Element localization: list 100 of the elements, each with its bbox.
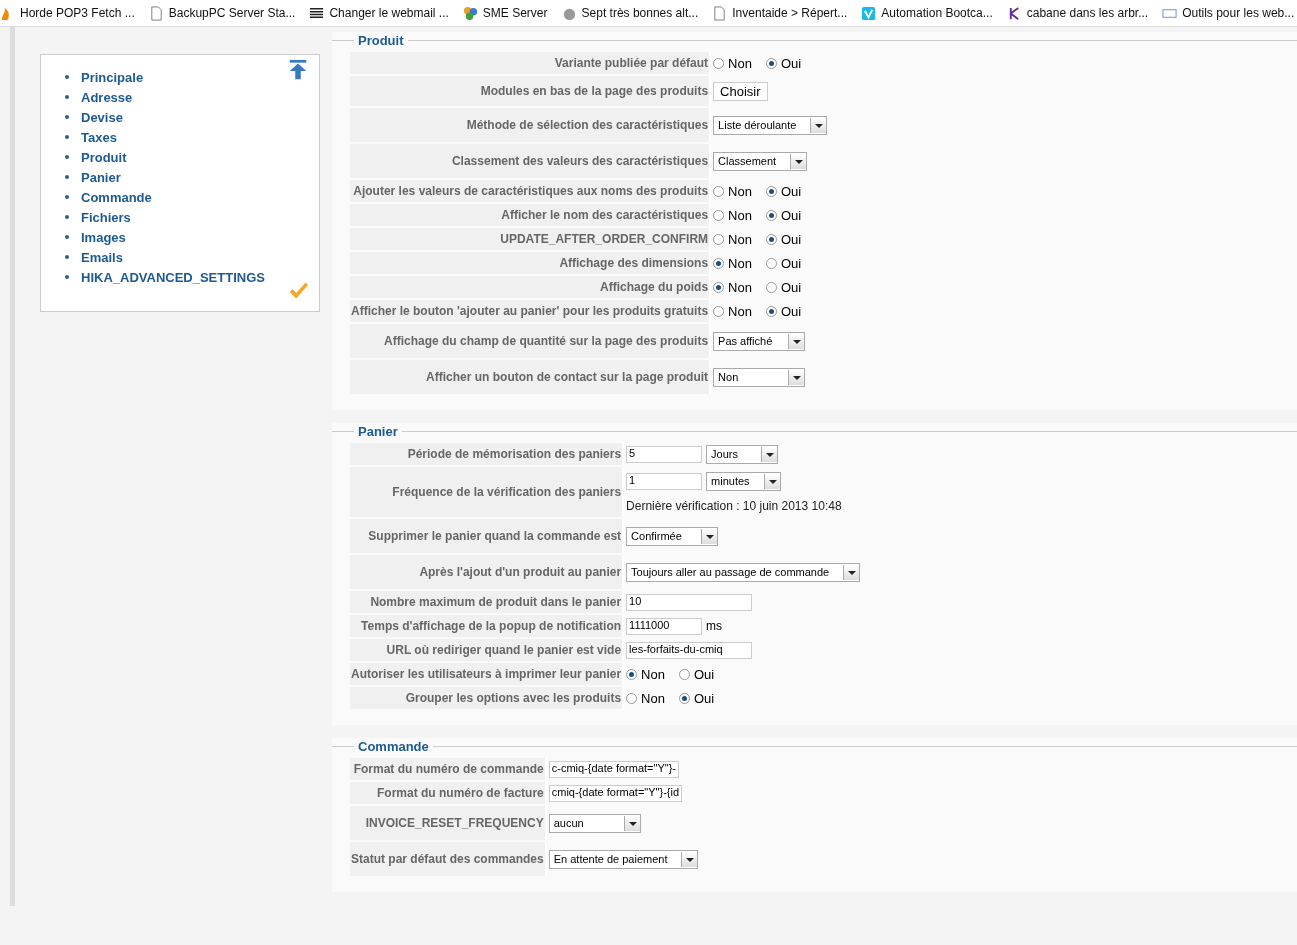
caret-icon [761, 446, 778, 462]
radio-button[interactable] [765, 305, 777, 317]
dropdown[interactable]: aucun [548, 813, 641, 833]
sidebar-link[interactable]: Images [81, 229, 126, 245]
sidebar-link[interactable]: Taxes [81, 129, 117, 145]
radio-label: Non [728, 279, 752, 295]
field-label: URL où rediriger quand le panier est vide [350, 639, 625, 661]
sidebar-link[interactable]: Emails [81, 249, 123, 265]
field-label: Format du numéro de facture [350, 782, 547, 804]
field-label: Temps d'affichage de la popup de notification [350, 615, 625, 637]
radio-button[interactable] [765, 281, 777, 293]
radio-label: Oui [780, 231, 802, 247]
section-title: Panier [357, 424, 399, 439]
input-field[interactable]: 1 [626, 472, 703, 490]
sidebar-link[interactable]: Panier [81, 169, 121, 185]
radio-button[interactable] [713, 305, 725, 317]
sidebar-link[interactable]: Produit [81, 149, 127, 165]
radio-button[interactable] [765, 257, 777, 269]
radio-button[interactable] [713, 233, 725, 245]
caret-icon [701, 528, 718, 544]
dropdown[interactable]: Toujours aller au passage de commande [626, 562, 861, 582]
bookmark-link[interactable]: SME Server [458, 5, 558, 21]
input-field[interactable]: 10 [626, 593, 753, 611]
caret-icon [681, 851, 698, 867]
field-label: Ajouter les valeurs de caractéristiques aux noms des produits [350, 180, 712, 202]
input-field[interactable]: 5 [626, 445, 703, 463]
radio-button[interactable] [713, 281, 725, 293]
dropdown[interactable]: minutes [706, 471, 781, 491]
field-label: Autoriser les utilisateurs à imprimer leur panier [350, 663, 625, 685]
sidebar-link[interactable]: Principale [81, 69, 144, 85]
radio-button[interactable] [626, 668, 638, 680]
bookmark-link[interactable]: BackupPC Server Sta... [144, 5, 306, 21]
bookmark-link[interactable]: Inventaide > Répert... [708, 5, 858, 21]
sidebar-link[interactable]: Adresse [81, 89, 133, 105]
radio-button[interactable] [765, 185, 777, 197]
radio-label: Oui [780, 183, 802, 199]
radio-button[interactable] [713, 209, 725, 221]
sidebar-link[interactable]: Devise [81, 109, 123, 125]
radio-button[interactable] [765, 233, 777, 245]
radio-label: Oui [693, 690, 715, 706]
field-label: UPDATE_AFTER_ORDER_CONFIRM [350, 228, 712, 250]
field-label: Après l'ajout d'un produit au panier [350, 555, 625, 589]
stripes-icon [309, 5, 325, 21]
caret-icon [788, 369, 805, 385]
radio-label: Non [641, 666, 665, 682]
dropdown[interactable]: Classement [713, 151, 808, 171]
radio-button[interactable] [678, 692, 690, 704]
field-label: Afficher le bouton 'ajouter au panier' pour les produits gratuits [350, 300, 712, 322]
caret-icon [788, 333, 805, 349]
bookmark-link[interactable]: Horde POP3 Fetch ... [0, 5, 145, 21]
field-label: Période de mémorisation des paniers [350, 443, 625, 465]
bookmark-link[interactable]: Changer le webmail ... [305, 5, 459, 21]
radio-button[interactable] [765, 209, 777, 221]
bookmark-link[interactable]: Outils pour les web... [1158, 5, 1297, 21]
v-logo-icon [861, 5, 877, 21]
sidebar-link[interactable]: Fichiers [81, 209, 131, 225]
field-label: Affichage du champ de quantité sur la page des produits [350, 324, 712, 358]
caret-icon [623, 815, 640, 831]
field-label: Classement des valeurs des caractéristiques [350, 144, 712, 178]
field-label: Afficher le nom des caractéristiques [350, 204, 712, 226]
field-label: Supprimer le panier quand la commande est [350, 519, 625, 553]
field-label: Nombre maximum de produit dans le panier [350, 591, 625, 613]
field-label: INVOICE_RESET_FREQUENCY [350, 806, 547, 840]
dropdown[interactable]: En attente de paiement [548, 849, 699, 869]
field-label: Méthode de sélection des caractéristiques [350, 108, 712, 142]
last-check-text: Dernière vérification : 10 juin 2013 10:48 [626, 498, 842, 513]
radio-button[interactable] [713, 185, 725, 197]
radio-button[interactable] [678, 668, 690, 680]
radio-button[interactable] [626, 692, 638, 704]
radio-button[interactable] [713, 57, 725, 69]
caret-icon [790, 153, 807, 169]
input-field[interactable]: les-forfaits-du-cmiq [626, 641, 753, 659]
dropdown[interactable]: Non [713, 367, 806, 387]
unit-label: ms [706, 619, 723, 633]
radio-label: Oui [780, 207, 802, 223]
dropdown[interactable]: Liste déroulante [713, 115, 828, 135]
radio-button[interactable] [713, 257, 725, 269]
dropdown[interactable]: Confirmée [626, 526, 719, 546]
caret-icon [843, 564, 860, 580]
sidebar-link[interactable]: HIKA_ADVANCED_SETTINGS [81, 269, 265, 285]
bookmark-link[interactable]: cabane dans les arbr... [1002, 5, 1159, 21]
page-icon [712, 5, 728, 21]
input-field[interactable]: 1111000 [626, 617, 703, 635]
bookmark-link[interactable]: Sept très bonnes alt... [557, 5, 709, 21]
field-label: Modules en bas de la page des produits [350, 76, 712, 106]
input-field[interactable]: cmiq-{date format="Y"}-{id [548, 784, 683, 802]
sidebar-link[interactable]: Commande [81, 189, 152, 205]
dropdown[interactable]: Jours [706, 444, 779, 464]
input-field[interactable]: c-cmiq-{date format="Y"}- [548, 760, 679, 778]
dropdown[interactable]: Pas affiché [713, 331, 806, 351]
radio-label: Non [728, 207, 752, 223]
caret-icon [810, 117, 827, 133]
bookmark-link[interactable]: Automation Bootca... [857, 5, 1003, 21]
radio-label: Oui [780, 255, 802, 271]
field-label: Afficher un bouton de contact sur la page produit [350, 360, 712, 394]
field-label: Variante publiée par défaut [350, 52, 712, 74]
choose-button[interactable]: Choisir [713, 81, 768, 101]
radio-label: Oui [780, 303, 802, 319]
radio-button[interactable] [765, 57, 777, 69]
radio-label: Oui [780, 55, 802, 71]
